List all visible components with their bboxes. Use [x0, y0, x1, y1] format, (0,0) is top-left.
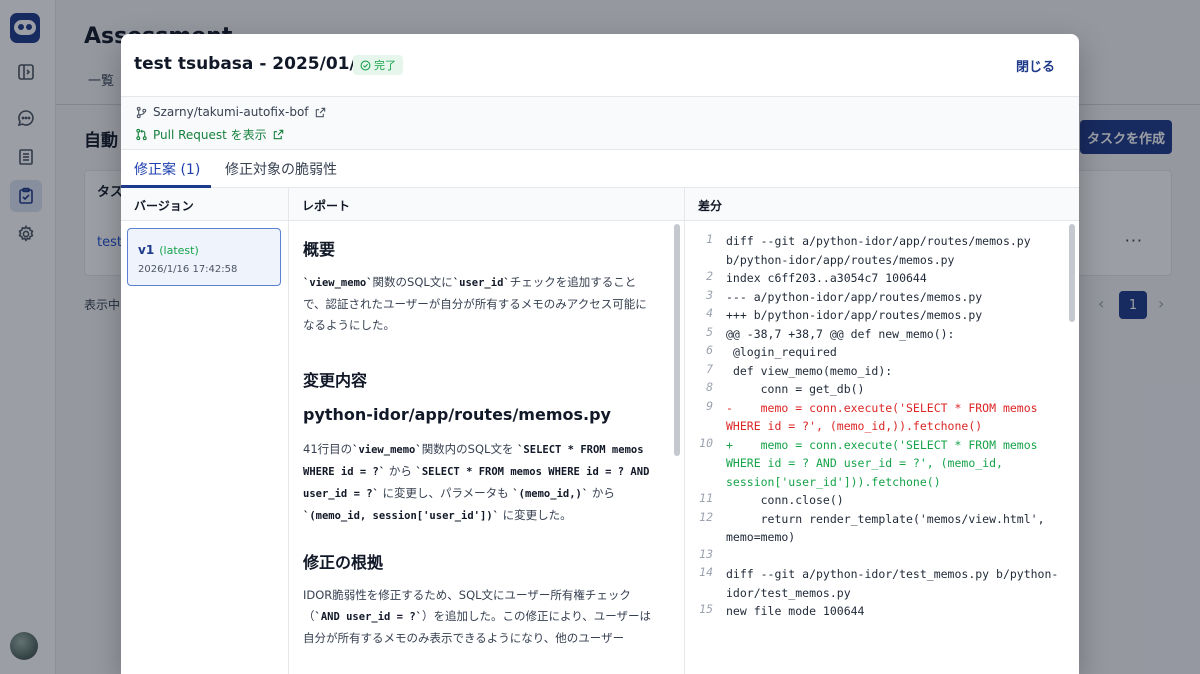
column-header-diff: 差分 [685, 188, 1079, 221]
status-badge: 完了 [353, 55, 403, 75]
inline-code: `AND user_id = ?` [314, 611, 422, 623]
diff-line-code: new file mode 100644 [726, 604, 865, 618]
diff-line-number: 15 [699, 602, 713, 616]
modal-header: test tsubasa - 2025/01/16 完了 閉じる [121, 34, 1079, 97]
diff-line-number: 9 [706, 398, 713, 413]
diff-line-number: 12 [699, 509, 713, 524]
repo-link-label[interactable]: Szarny/takumi-autofix-bof [153, 105, 309, 119]
column-header-version: バージョン [121, 188, 288, 221]
rationale-heading: 修正の根拠 [303, 553, 384, 572]
git-branch-icon [136, 106, 147, 118]
changes-heading: 変更内容 [303, 371, 368, 390]
diff-line-code: def view_memo(memo_id): [726, 363, 893, 378]
diff-line-number: 7 [706, 361, 713, 376]
task-detail-modal: test tsubasa - 2025/01/16 完了 閉じる Szarny/… [121, 34, 1079, 674]
diff-line-number: 1 [706, 232, 713, 246]
inline-code: `(memo_id, session['user_id'])` [303, 510, 499, 522]
file-heading: python-idor/app/routes/memos.py [303, 405, 611, 424]
external-link-icon [273, 129, 283, 140]
diff-line-code: + memo = conn.execute('SELECT * FROM mem… [726, 437, 1045, 489]
modal-title: test tsubasa - 2025/01/16 [134, 54, 380, 74]
status-badge-label: 完了 [374, 59, 396, 72]
diff-line-code: +++ b/python-idor/app/routes/memos.py [726, 308, 983, 322]
repo-link[interactable]: Szarny/takumi-autofix-bof [135, 105, 327, 119]
diff-line-code: conn = get_db() [726, 382, 865, 396]
summary-heading: 概要 [303, 240, 336, 259]
version-card[interactable]: v1 (latest) 2026/1/16 17:42:58 [127, 228, 281, 286]
diff-panel: 1 diff --git a/python-idor/app/routes/mem… [685, 222, 1067, 674]
diff-line-code: conn.close() [726, 493, 844, 507]
check-circle-icon [360, 60, 371, 70]
diff-line-code: - memo = conn.execute('SELECT * FROM mem… [726, 400, 1045, 434]
modal-tabs: 修正案 (1) 修正対象の脆弱性 [121, 150, 1079, 188]
modal-meta: Szarny/takumi-autofix-bof Pull Request を… [121, 97, 1079, 150]
diff-line-code: return render_template('memos/view.html'… [726, 511, 1052, 545]
report-scrollbar[interactable] [674, 224, 680, 456]
version-title: v1 (latest) [138, 239, 270, 258]
external-link-icon [315, 107, 325, 117]
diff-line-number: 13 [699, 546, 713, 561]
inline-code: `(memo_id,)` [512, 488, 589, 500]
diff-line-number: 11 [699, 491, 713, 505]
diff-line-number: 2 [706, 269, 713, 283]
version-date: 2026/1/16 17:42:58 [138, 264, 238, 275]
diff-scrollbar[interactable] [1069, 224, 1075, 322]
column-header-report: レポート [289, 188, 684, 221]
diff-line-code: @login_required [726, 345, 837, 359]
change-text: 41行目の`view_memo`関数内のSQL文を `SELECT * FROM… [303, 442, 650, 522]
diff-line-number: 6 [706, 343, 713, 357]
inline-code: `view_memo` [303, 277, 373, 289]
diff-line-code: diff --git a/python-idor/test_memos.py b… [726, 567, 1059, 600]
diff-line-number: 10 [699, 435, 713, 450]
pull-request-icon [136, 128, 147, 141]
inline-code: `user_id` [452, 277, 510, 289]
diff-line-code: index c6ff203..a3054c7 100644 [726, 271, 927, 285]
inline-code: `view_memo` [352, 444, 422, 456]
diff-line-code: @@ -38,7 +38,7 @@ def new_memo(): [726, 326, 955, 341]
diff-line-number: 4 [706, 306, 713, 320]
diff-line-code: --- a/python-idor/app/routes/memos.py [726, 289, 983, 304]
pull-request-link[interactable]: Pull Request を表示 [135, 126, 285, 143]
diff-line-number: 3 [706, 287, 713, 302]
close-button[interactable]: 閉じる [1016, 56, 1055, 75]
version-name: v1 [138, 243, 155, 257]
summary-text: `view_memo`関数のSQL文に`user_id`チェックを追加することで… [303, 275, 647, 332]
version-latest-tag: (latest) [159, 244, 199, 257]
diff-line-number: 5 [706, 324, 713, 339]
tab-target-vulnerability[interactable]: 修正対象の脆弱性 [225, 159, 337, 179]
rationale-text: IDOR脆弱性を修正するため、SQL文にユーザー所有権チェック（`AND use… [303, 588, 652, 645]
diff-line-number: 8 [706, 380, 713, 394]
diff-line-code: diff --git a/python-idor/app/routes/memo… [726, 234, 1038, 267]
pull-request-link-label[interactable]: Pull Request を表示 [153, 126, 267, 143]
diff-line-number: 14 [699, 565, 713, 579]
tab-fix-proposals[interactable]: 修正案 (1) [134, 159, 200, 179]
report-panel: 概要 `view_memo`関数のSQL文に`user_id`チェックを追加する… [303, 222, 673, 674]
column-divider [288, 188, 289, 674]
